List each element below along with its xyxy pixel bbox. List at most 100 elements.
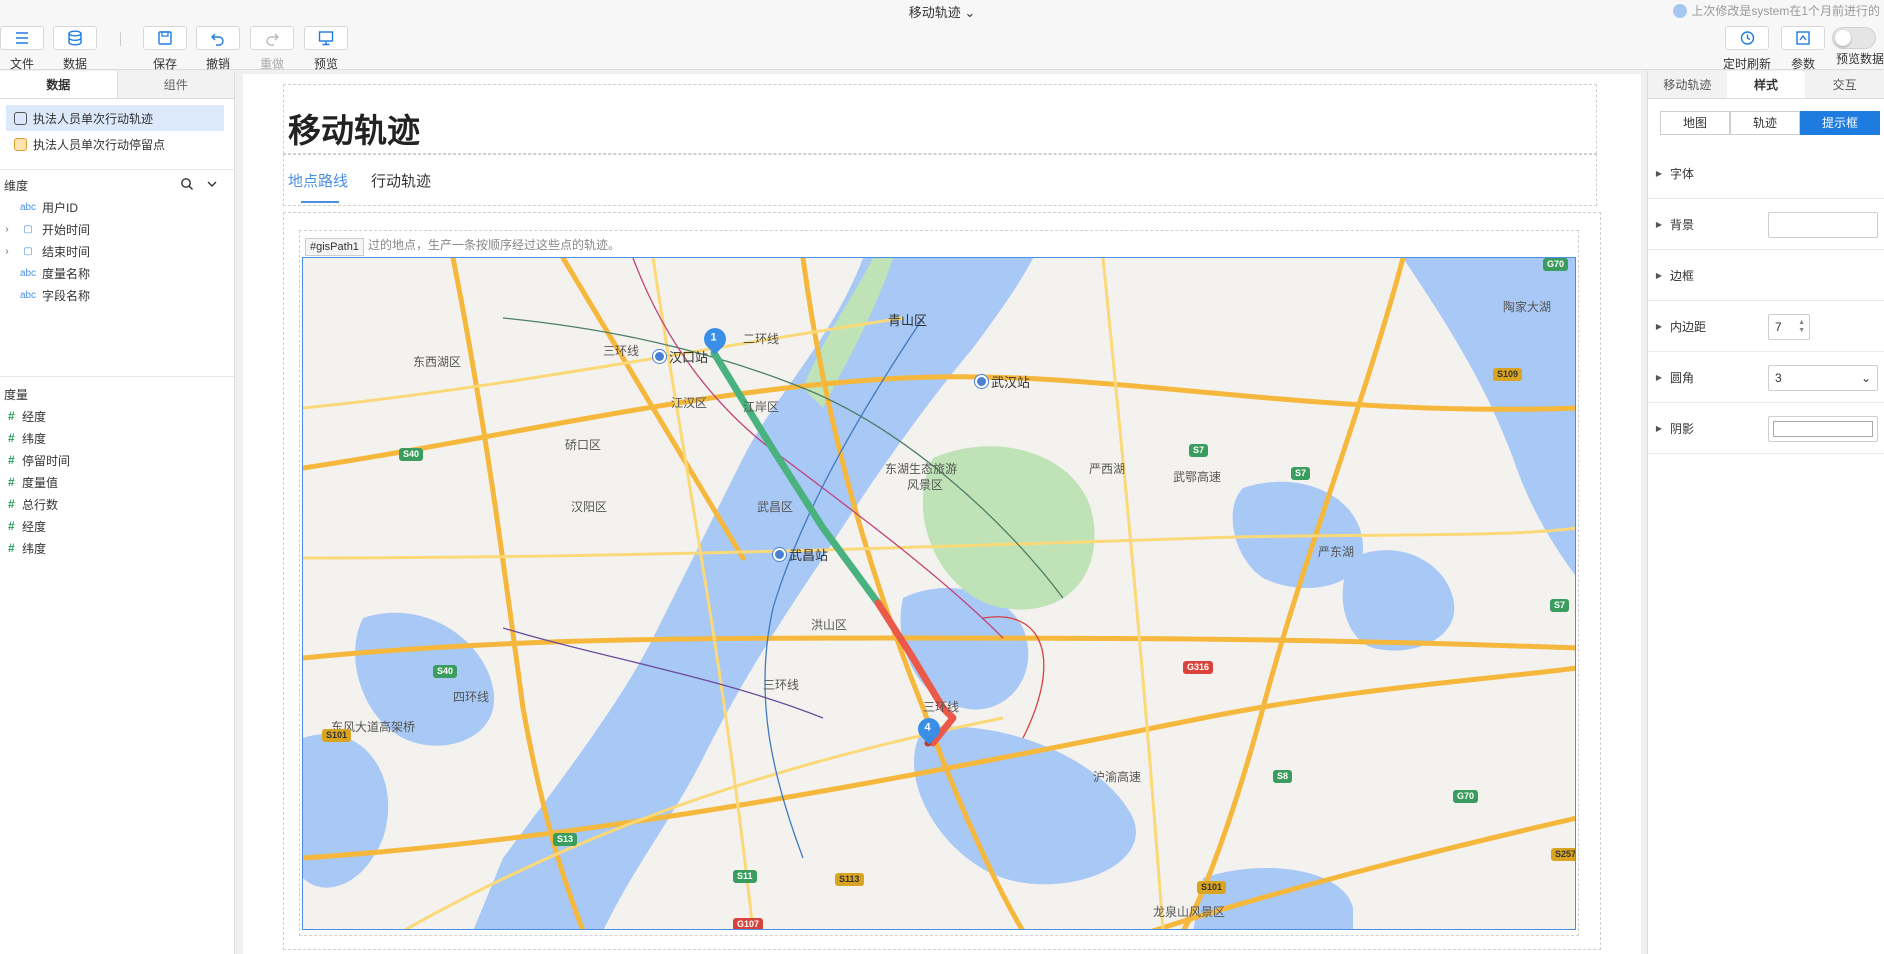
- dimension-field[interactable]: abc 字段名称: [0, 284, 234, 306]
- station-marker[interactable]: 汉口站: [653, 347, 708, 366]
- lake-label: 严东湖: [1318, 545, 1355, 559]
- dataset-item[interactable]: 执法人员单次行动轨迹: [6, 105, 224, 131]
- menu-icon: [0, 26, 44, 50]
- number-type-icon: #: [8, 475, 15, 489]
- background-color-picker[interactable]: [1768, 212, 1878, 238]
- measures-header: 度量: [0, 383, 234, 405]
- prop-label: 内边距: [1670, 319, 1707, 334]
- chevron-right-icon[interactable]: ›: [0, 224, 14, 235]
- segment-track[interactable]: 轨迹: [1730, 111, 1800, 135]
- road-label: 三环线: [763, 678, 800, 692]
- dimension-field[interactable]: abc 度量名称: [0, 262, 234, 284]
- params-button[interactable]: 参数: [1781, 26, 1825, 72]
- dataset-item[interactable]: 执法人员单次行动停留点: [6, 131, 224, 157]
- chevron-right-icon[interactable]: ›: [0, 246, 14, 257]
- district-label: 江岸区: [743, 400, 780, 414]
- segment-map[interactable]: 地图: [1660, 111, 1730, 135]
- road-label: 武鄂高速: [1173, 470, 1222, 484]
- user-icon: [1673, 3, 1688, 18]
- undo-label: 撤销: [205, 57, 230, 71]
- radius-select[interactable]: 3 ⌄: [1768, 365, 1878, 391]
- dataset-label: 执法人员单次行动轨迹: [33, 111, 154, 126]
- road-label: 四环线: [453, 690, 490, 704]
- caret-right-icon: ▶: [1655, 321, 1663, 331]
- prop-label: 字体: [1670, 166, 1695, 181]
- measure-field[interactable]: # 经度: [0, 515, 234, 537]
- chevron-down-icon: ⌄: [964, 5, 976, 20]
- title-container[interactable]: [283, 84, 1597, 154]
- station-marker[interactable]: 武昌站: [773, 545, 828, 564]
- gis-path-map[interactable]: 青山区 东西湖区 江汉区 江岸区 硚口区 汉阳区 武昌区 洪山区 东湖生态旅游 …: [302, 257, 1576, 930]
- measure-field[interactable]: # 经度: [0, 405, 234, 427]
- tab-components[interactable]: 组件: [117, 71, 234, 98]
- params-label: 参数: [1790, 57, 1815, 71]
- text-type-icon: abc: [19, 289, 37, 301]
- measure-field[interactable]: # 度量值: [0, 471, 234, 493]
- preview-button[interactable]: 预览: [304, 26, 348, 72]
- dimensions-header: 维度: [0, 174, 234, 196]
- tab-data[interactable]: 数据: [0, 71, 118, 98]
- tab-move-track[interactable]: 移动轨迹: [1648, 71, 1727, 98]
- measure-field[interactable]: # 总行数: [0, 493, 234, 515]
- number-type-icon: #: [8, 497, 15, 511]
- save-button[interactable]: 保存: [143, 26, 187, 72]
- shadow-picker[interactable]: [1768, 416, 1878, 442]
- file-label: 文件: [9, 57, 34, 71]
- highway-shield: S40: [399, 448, 424, 461]
- measure-field[interactable]: # 停留时间: [0, 449, 234, 471]
- tabs-container[interactable]: [283, 154, 1597, 206]
- number-type-icon: #: [8, 409, 15, 423]
- redo-button[interactable]: 重做: [250, 26, 294, 72]
- padding-stepper[interactable]: 7 ▲ ▼: [1768, 314, 1810, 340]
- preview-data-toggle[interactable]: [1832, 27, 1876, 49]
- prop-label: 圆角: [1670, 370, 1695, 385]
- station-marker[interactable]: 武汉站: [975, 372, 1030, 391]
- prop-label: 边框: [1670, 268, 1695, 283]
- segment-tooltip[interactable]: 提示框: [1800, 111, 1880, 135]
- shadow-preview: [1773, 421, 1873, 437]
- border-section[interactable]: ▶ 边框: [1648, 250, 1884, 301]
- shadow-section[interactable]: ▶ 阴影: [1648, 403, 1884, 454]
- tab-action-track[interactable]: 行动轨迹: [371, 170, 431, 191]
- preview-label: 预览: [313, 57, 338, 71]
- dimension-field[interactable]: abc 用户ID: [0, 196, 234, 218]
- background-section[interactable]: ▶ 背景: [1648, 199, 1884, 250]
- caret-right-icon: ▶: [1655, 168, 1663, 178]
- field-label: 用户ID: [42, 200, 79, 215]
- data-button[interactable]: 数据: [53, 26, 97, 72]
- padding-section[interactable]: ▶ 内边距 7 ▲ ▼: [1648, 301, 1884, 352]
- measure-field[interactable]: # 纬度: [0, 537, 234, 559]
- left-panel: 数据 组件 执法人员单次行动轨迹 执法人员单次行动停留点 维度 abc 用户ID …: [0, 71, 235, 954]
- component-tag: #gisPath1: [305, 238, 364, 256]
- text-type-icon: abc: [19, 267, 37, 279]
- toolbar-divider: [120, 32, 121, 46]
- stepper-arrows-icon[interactable]: ▲ ▼: [1798, 319, 1805, 335]
- highway-shield: S11: [733, 870, 757, 883]
- dimensions-label: 维度: [4, 178, 29, 193]
- tab-location-route[interactable]: 地点路线: [288, 170, 348, 191]
- map-background: [303, 258, 1575, 929]
- field-label: 经度: [22, 409, 47, 424]
- dimension-field[interactable]: › ▢ 结束时间: [0, 240, 234, 262]
- station-label: 武昌站: [789, 548, 829, 563]
- database-icon: [53, 26, 97, 50]
- tab-interaction[interactable]: 交互: [1805, 71, 1884, 98]
- search-icon[interactable]: [180, 177, 194, 194]
- radius-section[interactable]: ▶ 圆角 3 ⌄: [1648, 352, 1884, 403]
- field-label: 开始时间: [42, 222, 91, 237]
- scenic-area-label: 龙泉山风景区: [1153, 905, 1226, 919]
- highway-shield: S109: [1493, 368, 1523, 381]
- caret-right-icon: ▶: [1655, 423, 1663, 433]
- undo-button[interactable]: 撤销: [196, 26, 240, 72]
- report-title: 移动轨迹: [908, 5, 961, 20]
- map-description: 过的地点，生产一条按顺序经过这些点的轨迹。: [368, 238, 621, 252]
- file-button[interactable]: 文件: [0, 26, 44, 72]
- scheduled-refresh-button[interactable]: 定时刷新: [1723, 26, 1771, 72]
- dimension-field[interactable]: › ▢ 开始时间: [0, 218, 234, 240]
- field-label: 经度: [22, 519, 47, 534]
- font-section[interactable]: ▶ 字体: [1648, 148, 1884, 199]
- report-title-dropdown[interactable]: 移动轨迹 ⌄: [0, 2, 1884, 21]
- tab-style[interactable]: 样式: [1726, 71, 1806, 98]
- measure-field[interactable]: # 纬度: [0, 427, 234, 449]
- chevron-down-icon[interactable]: [206, 177, 218, 194]
